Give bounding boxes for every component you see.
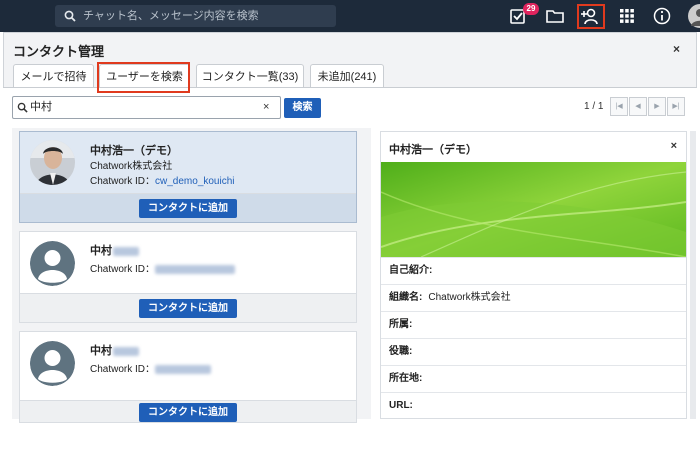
redacted-name — [113, 246, 139, 256]
scrollbar[interactable] — [690, 131, 696, 419]
result-card-footer: コンタクトに追加 — [20, 400, 356, 422]
search-icon — [17, 102, 28, 113]
result-id-label: Chatwork ID： — [90, 364, 156, 375]
user-search-tab-highlight — [97, 62, 190, 93]
user-search-input[interactable]: 中村 — [12, 96, 281, 119]
clear-search-button[interactable]: × — [263, 101, 269, 113]
result-name: 中村 — [90, 242, 139, 258]
pager-status: 1 / 1 — [584, 101, 604, 112]
top-bar: チャット名、メッセージ内容を検索 29 — [0, 0, 700, 32]
redacted-id — [155, 364, 212, 374]
result-id-label: Chatwork ID： — [90, 176, 156, 187]
result-id-value: cw_demo_kouichi — [155, 176, 235, 187]
default-avatar-icon — [30, 241, 75, 286]
field-label: 所属: — [389, 319, 413, 330]
detail-row-organization: 組織名: Chatwork株式会社 — [381, 284, 686, 311]
redacted-name — [113, 346, 139, 356]
tab-email-invite[interactable]: メールで招待 — [13, 64, 94, 89]
detail-row-title: 役職: — [381, 338, 686, 365]
tab-not-added[interactable]: 未追加(241) — [310, 64, 384, 89]
result-card-footer: コンタクトに追加 — [20, 193, 356, 222]
folder-icon[interactable] — [545, 6, 565, 26]
panel-title: コンタクト管理 — [13, 44, 105, 59]
result-chatwork-id: Chatwork ID： — [90, 260, 236, 275]
field-label: 自己紹介: — [389, 265, 433, 276]
default-avatar-icon — [30, 341, 75, 386]
field-label: 所在地: — [389, 373, 423, 384]
result-name: 中村浩一（デモ） — [90, 145, 178, 157]
info-icon[interactable] — [652, 6, 672, 26]
tab-contact-list[interactable]: コンタクト一覧(33) — [196, 64, 304, 89]
search-result-card[interactable]: 中村 Chatwork ID： コンタクトに追加 — [19, 231, 357, 323]
search-icon — [64, 10, 76, 22]
add-contact-button[interactable]: コンタクトに追加 — [139, 403, 237, 422]
result-name: 中村 — [90, 342, 139, 358]
apps-grid-icon[interactable] — [617, 6, 637, 26]
global-search-placeholder: チャット名、メッセージ内容を検索 — [83, 10, 259, 22]
task-count-badge: 29 — [523, 3, 539, 15]
add-contact-button[interactable]: コンタクトに追加 — [139, 299, 237, 318]
result-id-label: Chatwork ID： — [90, 264, 156, 275]
field-label: 役職: — [389, 346, 413, 357]
result-chatwork-id: Chatwork ID：cw_demo_kouichi — [90, 172, 235, 187]
add-contact-highlight — [577, 4, 605, 29]
search-button[interactable]: 検索 — [284, 98, 321, 118]
search-result-card[interactable]: 中村浩一（デモ） Chatwork株式会社 Chatwork ID：cw_dem… — [19, 131, 357, 223]
detail-row-url: URL: — [381, 392, 686, 419]
profile-cover-image — [381, 162, 686, 257]
result-chatwork-id: Chatwork ID： — [90, 360, 212, 375]
user-search-value: 中村 — [30, 101, 52, 113]
result-card-footer: コンタクトに追加 — [20, 293, 356, 322]
panel-close-button[interactable]: × — [673, 42, 680, 56]
detail-row-department: 所属: — [381, 311, 686, 338]
pager-first-button[interactable]: |◀ — [610, 97, 628, 116]
search-result-card[interactable]: 中村 Chatwork ID： コンタクトに追加 — [19, 331, 357, 423]
field-label: 組織名: — [389, 292, 423, 303]
detail-user-name: 中村浩一（デモ） — [389, 144, 477, 156]
field-value: Chatwork株式会社 — [428, 292, 511, 303]
pager-last-button[interactable]: ▶| — [667, 97, 685, 116]
global-search-input[interactable]: チャット名、メッセージ内容を検索 — [55, 5, 336, 27]
result-name-text: 中村 — [90, 245, 112, 257]
detail-close-button[interactable]: × — [671, 140, 677, 152]
field-label: URL: — [389, 400, 413, 411]
detail-row-bio: 自己紹介: — [381, 257, 686, 284]
pager-next-button[interactable]: ▶ — [648, 97, 666, 116]
result-name-text: 中村 — [90, 345, 112, 357]
user-detail-panel: 中村浩一（デモ） × 自己紹介: 組織名: Chatwork株式会社 所属: 役職… — [380, 131, 687, 419]
redacted-id — [155, 264, 236, 274]
add-contact-button[interactable]: コンタクトに追加 — [139, 199, 237, 218]
detail-row-location: 所在地: — [381, 365, 686, 392]
user-photo — [30, 140, 75, 185]
pager-prev-button[interactable]: ◀ — [629, 97, 647, 116]
result-company: Chatwork株式会社 — [90, 161, 173, 172]
user-avatar-icon[interactable] — [688, 4, 700, 28]
